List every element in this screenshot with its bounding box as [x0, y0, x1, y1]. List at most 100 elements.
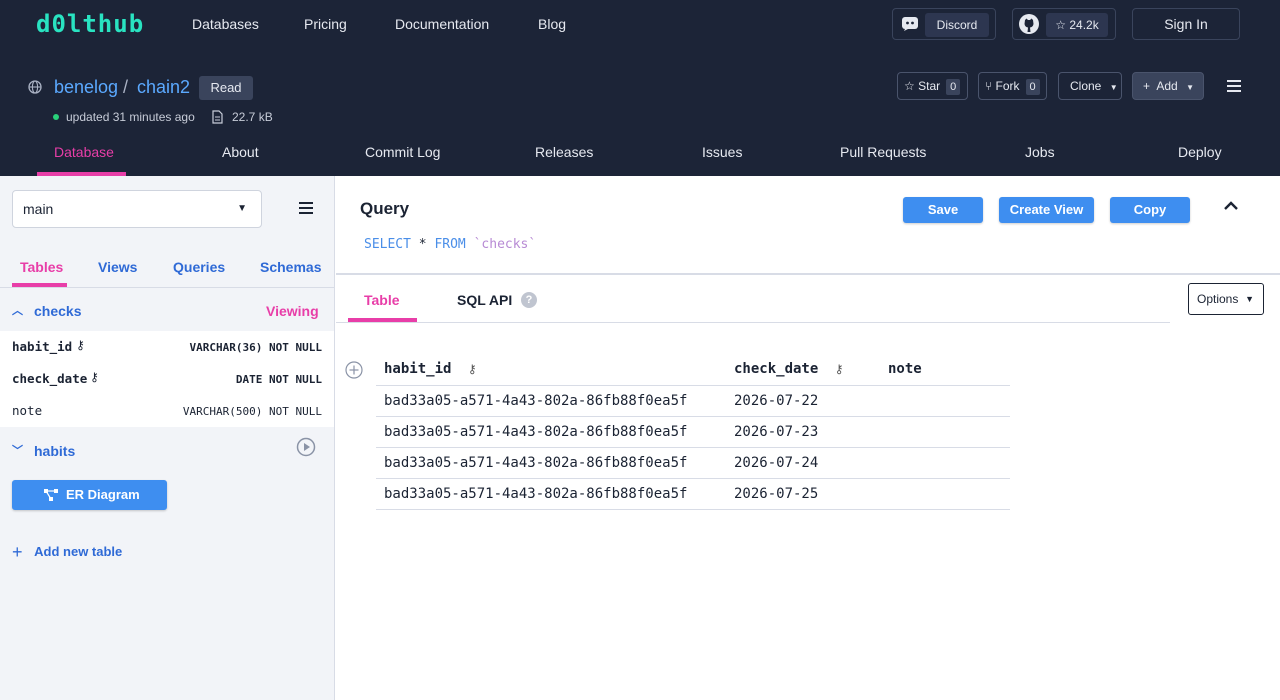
cell-habit-id[interactable]: bad33a05-a571-4a43-802a-86fb88f0ea5f — [376, 416, 726, 448]
cell-check-date[interactable]: 2026-07-23 — [726, 416, 880, 448]
github-icon — [1019, 14, 1039, 34]
result-tab-sql-api[interactable]: SQL API — [457, 292, 512, 308]
star-button[interactable]: ☆ Star 0 — [897, 72, 968, 100]
star-count: 0 — [946, 79, 961, 95]
nav-link-blog[interactable]: Blog — [538, 16, 566, 32]
collapse-chevron-icon[interactable] — [1223, 199, 1239, 211]
options-label: Options — [1197, 292, 1239, 306]
sidebar-tab-tables[interactable]: Tables — [20, 259, 63, 275]
permission-badge: Read — [199, 76, 253, 100]
create-view-button[interactable]: Create View — [999, 197, 1094, 223]
result-tab-table[interactable]: Table — [364, 292, 400, 308]
table-header-row: habit_id ⚷ check_date ⚷ note — [376, 354, 1010, 386]
play-icon[interactable] — [296, 437, 316, 457]
chevron-up-icon: ︿ — [12, 305, 23, 317]
repository-header: benelog / chain2 Read updated 31 minutes… — [0, 48, 1280, 176]
tab-issues[interactable]: Issues — [702, 144, 742, 160]
discord-button[interactable]: Discord — [892, 8, 996, 40]
sign-in-button[interactable]: Sign In — [1132, 8, 1240, 40]
cell-habit-id[interactable]: bad33a05-a571-4a43-802a-86fb88f0ea5f — [376, 385, 726, 417]
menu-hamburger-icon[interactable] — [1227, 80, 1241, 92]
add-button[interactable]: + Add ▼ — [1132, 72, 1204, 100]
er-diagram-label: ER Diagram — [66, 487, 140, 502]
branch-select[interactable]: main ▼ — [12, 190, 262, 228]
chevron-down-icon: ﹀ — [12, 445, 23, 457]
table-item-habits[interactable]: ﹀ habits — [0, 438, 334, 464]
repo-owner-link[interactable]: benelog — [54, 76, 118, 98]
caret-down-icon: ▼ — [237, 203, 247, 214]
column-name: note — [12, 403, 43, 418]
key-icon: ⚷ — [467, 362, 477, 377]
cell-habit-id[interactable]: bad33a05-a571-4a43-802a-86fb88f0ea5f — [376, 447, 726, 479]
discord-label: Discord — [925, 13, 989, 37]
fork-icon: ⑂ — [985, 79, 993, 93]
column-header-habit-id[interactable]: habit_id ⚷ — [376, 354, 726, 386]
cell-note[interactable] — [880, 416, 1010, 448]
save-button[interactable]: Save — [903, 197, 983, 223]
help-icon[interactable]: ? — [521, 292, 537, 308]
tab-pull-requests[interactable]: Pull Requests — [840, 144, 926, 160]
column-row-habit-id: habit_id ⚷ VARCHAR(36) NOT NULL — [0, 331, 334, 363]
column-type: DATE NOT NULL — [235, 373, 322, 386]
add-new-table-link[interactable]: + Add new table — [12, 542, 122, 562]
header-label: note — [888, 361, 922, 378]
github-button[interactable]: ☆ 24.2k — [1012, 8, 1116, 40]
sidebar: main ▼ Tables Views Queries Schemas ︿ ch… — [0, 176, 335, 700]
cell-note[interactable] — [880, 447, 1010, 479]
cell-note[interactable] — [880, 385, 1010, 417]
er-diagram-button[interactable]: ER Diagram — [12, 480, 167, 510]
table-row: bad33a05-a571-4a43-802a-86fb88f0ea5f 202… — [376, 385, 1010, 417]
query-title: Query — [360, 199, 410, 218]
fork-count: 0 — [1025, 79, 1040, 95]
divider — [336, 322, 1170, 323]
tab-deploy[interactable]: Deploy — [1178, 144, 1222, 160]
star-icon: ☆ — [904, 79, 915, 93]
clone-button[interactable]: Clone ▼ — [1058, 72, 1122, 100]
cell-check-date[interactable]: 2026-07-25 — [726, 478, 880, 510]
column-header-check-date[interactable]: check_date ⚷ — [726, 354, 880, 386]
add-label: Add — [1156, 79, 1178, 93]
sql-table-name: `checks` — [473, 237, 537, 252]
cell-check-date[interactable]: 2026-07-24 — [726, 447, 880, 479]
table-row: bad33a05-a571-4a43-802a-86fb88f0ea5f 202… — [376, 478, 1010, 510]
repo-name-link[interactable]: chain2 — [137, 76, 190, 98]
repo-separator: / — [123, 77, 129, 97]
top-navbar: d0lthub Databases Pricing Documentation … — [0, 0, 1280, 48]
tab-database[interactable]: Database — [54, 144, 114, 160]
key-icon: ⚷ — [76, 338, 85, 352]
table-item-checks[interactable]: ︿ checks Viewing — [0, 298, 334, 324]
nav-link-pricing[interactable]: Pricing — [304, 16, 347, 32]
copy-button[interactable]: Copy — [1110, 197, 1190, 223]
sidebar-tab-queries[interactable]: Queries — [173, 259, 225, 275]
table-name-checks: checks — [34, 303, 82, 319]
tab-commit-log[interactable]: Commit Log — [365, 144, 440, 160]
key-icon: ⚷ — [834, 362, 844, 377]
cell-note[interactable] — [880, 478, 1010, 510]
column-row-note: note VARCHAR(500) NOT NULL — [0, 395, 334, 427]
sidebar-tab-views[interactable]: Views — [98, 259, 137, 275]
nav-link-documentation[interactable]: Documentation — [395, 16, 489, 32]
add-column-plus-icon[interactable] — [345, 361, 363, 379]
sql-query-editor[interactable]: SELECT * FROM `checks` — [364, 237, 536, 253]
chevron-down-icon: ▼ — [1109, 83, 1118, 92]
plus-icon: + — [1143, 79, 1151, 93]
divider — [0, 287, 334, 288]
cell-habit-id[interactable]: bad33a05-a571-4a43-802a-86fb88f0ea5f — [376, 478, 726, 510]
column-name: habit_id — [12, 339, 73, 354]
cell-check-date[interactable]: 2026-07-22 — [726, 385, 880, 417]
column-name: check_date — [12, 371, 88, 386]
options-dropdown[interactable]: Options ▼ — [1188, 283, 1264, 315]
updated-time: updated 31 minutes ago — [66, 110, 195, 124]
tab-releases[interactable]: Releases — [535, 144, 593, 160]
fork-button[interactable]: ⑂ Fork 0 — [978, 72, 1047, 100]
sql-keyword: SELECT — [364, 237, 411, 252]
tab-jobs[interactable]: Jobs — [1025, 144, 1055, 160]
dolthub-logo[interactable]: d0lthub — [36, 11, 144, 37]
sidebar-tab-schemas[interactable]: Schemas — [260, 259, 321, 275]
tab-about[interactable]: About — [222, 144, 259, 160]
sidebar-menu-icon[interactable] — [299, 202, 313, 214]
file-size-icon — [212, 110, 223, 124]
nav-link-databases[interactable]: Databases — [192, 16, 259, 32]
column-header-note[interactable]: note — [880, 354, 1010, 386]
key-icon: ⚷ — [90, 370, 99, 384]
